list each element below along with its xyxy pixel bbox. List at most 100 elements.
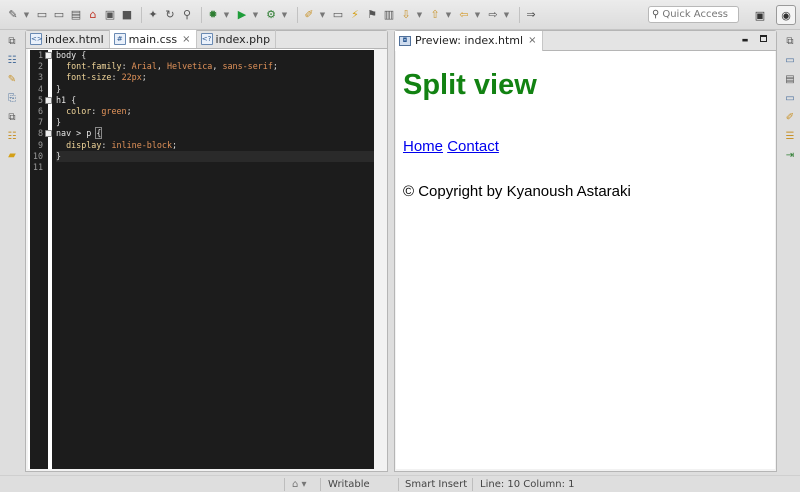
line-number: 6 [37,105,43,116]
save-all-icon[interactable]: ▭ [52,8,66,22]
code-line: display: inline-block; [56,139,178,150]
status-separator [320,478,321,491]
tab-preview[interactable]: ◘ Preview: index.html × [395,30,544,51]
run-icon[interactable]: ▶ [235,8,249,22]
debug-icon[interactable]: ✹ [206,8,220,22]
perspective-icon[interactable]: ◉ [776,5,796,25]
preview-pane: ◘ Preview: index.html × ▬ Split view Hom… [394,30,777,472]
browser-icon[interactable]: ▣ [103,8,117,22]
wizard-dropdown-icon[interactable]: ▼ [319,11,326,19]
home-icon[interactable]: ⌂ [86,8,100,22]
fold-marker-icon[interactable] [45,96,52,104]
line-number: 8 [37,128,43,139]
build-icon[interactable]: ⚑ [365,8,379,22]
external-tools-icon[interactable]: ⚙ [264,8,278,22]
save-icon[interactable]: ▭ [35,8,49,22]
back-icon[interactable]: ⇦ [457,8,471,22]
lightning-icon[interactable]: ⚡ [348,8,362,22]
open-perspective-icon[interactable]: ▣ [752,7,768,23]
close-icon[interactable]: × [528,35,536,46]
status-bar-icon[interactable]: ⌂ ▾ [292,479,307,490]
css-file-icon: # [113,33,126,45]
bookmarks-icon[interactable]: ⎘ [5,92,19,106]
wizard-icon[interactable]: ✐ [302,8,316,22]
code-line: } [56,83,62,94]
tab-index-html[interactable]: <> index.html [26,30,110,48]
tab-index-php[interactable]: <? index.php [197,30,277,48]
annotation-prev-icon[interactable]: ⇧ [428,8,442,22]
line-number: 5 [37,94,43,105]
forward-dropdown-icon[interactable]: ▼ [503,11,510,19]
code-text[interactable]: body { font-family: Arial, Helvetica, sa… [56,50,374,469]
tab-label: index.html [45,32,104,46]
line-number: 7 [37,117,43,128]
close-icon[interactable]: × [182,34,190,45]
code-line: } [56,117,62,128]
pin-editor-icon[interactable]: ⇒ [524,8,538,22]
line-number-gutter: 1 2 3 4 5 6 7 8 9 10 11 [30,50,52,469]
maximize-icon[interactable] [757,34,769,46]
line-number: 9 [37,139,43,150]
code-editor[interactable]: 1 2 3 4 5 6 7 8 9 10 11 body { font-fami… [28,49,374,469]
restore-icon[interactable]: ⧉ [783,35,797,49]
tab-main-css[interactable]: # main.css × [109,30,197,48]
columns-icon[interactable]: ▥ [382,8,396,22]
annotation-next-dropdown-icon[interactable]: ▼ [416,11,423,19]
tasks-icon[interactable]: ✐ [783,111,797,125]
restore-icon[interactable]: ⧉ [5,111,19,125]
status-bar: ⌂ ▾ Writable Smart Insert Line: 10 Colum… [0,475,800,492]
preview-icon: ◘ [399,35,411,46]
pin-icon[interactable]: ⚲ [180,8,194,22]
code-line: body { [56,50,87,60]
open-type-icon[interactable]: ▭ [331,8,345,22]
quick-access-input[interactable] [662,9,737,20]
progress-icon[interactable]: ⇥ [783,149,797,163]
html-file-icon: <> [30,33,43,45]
status-cursor-position: Line: 10 Column: 1 [480,479,575,490]
forward-icon[interactable]: ⇨ [486,8,500,22]
refresh-icon[interactable]: ↻ [163,8,177,22]
external-tools-dropdown-icon[interactable]: ▼ [281,11,288,19]
editor-tabbar: <> index.html # main.css × <? index.php [26,30,387,49]
print-icon[interactable]: ▤ [69,8,83,22]
console-icon[interactable]: ▤ [783,73,797,87]
code-line: h1 { [56,94,77,105]
problems-icon[interactable]: ☰ [783,130,797,144]
status-separator [398,478,399,491]
folder-icon[interactable]: ▰ [5,149,19,163]
php-file-icon: <? [200,33,213,45]
annotation-next-icon[interactable]: ⇩ [399,8,413,22]
tab-label: index.php [215,32,271,46]
nav-link-home[interactable]: Home [403,138,443,155]
toolbar-separator [201,6,202,23]
outline-icon[interactable]: ▭ [783,54,797,68]
search-icon: ⚲ [652,9,660,20]
annotation-prev-dropdown-icon[interactable]: ▼ [445,11,452,19]
run-dropdown-icon[interactable]: ▼ [252,11,259,19]
line-number: 2 [37,61,43,72]
new-dropdown-icon[interactable]: ▼ [23,11,30,19]
new-file-icon[interactable]: ✎ [6,8,20,22]
code-line: nav > p { [56,127,103,140]
toolbar-separator [141,6,142,23]
minimize-icon[interactable]: ▬ [739,34,751,46]
project-explorer-icon[interactable]: ☷ [5,54,19,68]
back-dropdown-icon[interactable]: ▼ [474,11,481,19]
wand-icon[interactable]: ✦ [146,8,160,22]
code-line-current: } [56,150,374,162]
nav-link-contact[interactable]: Contact [447,138,499,155]
line-number: 4 [37,83,43,94]
fold-marker-icon[interactable] [45,52,52,59]
code-line: color: green; [56,105,132,116]
restore-icon[interactable]: ⧉ [5,35,19,49]
toolbar-separator [519,6,520,23]
status-separator [472,478,473,491]
browser-view-icon[interactable]: ▭ [783,92,797,106]
quick-access-field[interactable]: ⚲ [648,6,739,23]
hierarchy-icon[interactable]: ☷ [5,130,19,144]
debug-dropdown-icon[interactable]: ▼ [223,11,230,19]
terminal-icon[interactable]: ■ [120,8,134,22]
navigator-icon[interactable]: ✎ [5,73,19,87]
fold-marker-icon[interactable] [45,130,52,138]
